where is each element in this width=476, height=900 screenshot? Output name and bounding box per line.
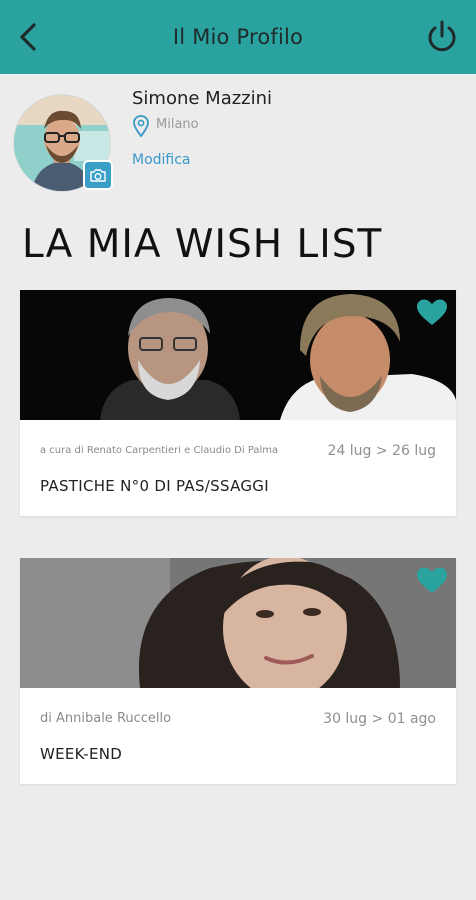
wishlist-card[interactable]: di Annibale Ruccello 30 lug > 01 ago WEE…: [20, 558, 456, 784]
location-pin-icon: [133, 115, 149, 138]
heart-icon[interactable]: [416, 298, 448, 326]
top-bar: Il Mio Profilo: [0, 0, 476, 74]
event-title: WEEK-END: [40, 745, 123, 763]
profile-section: Simone Mazzini Milano Modifica: [0, 74, 476, 204]
profile-name: Simone Mazzini: [132, 88, 273, 109]
avatar-container[interactable]: [13, 94, 113, 192]
event-photo: [20, 558, 456, 688]
camera-icon: [90, 169, 106, 182]
heart-icon[interactable]: [416, 566, 448, 594]
power-icon[interactable]: [424, 19, 460, 55]
location-label: Milano: [156, 116, 199, 132]
event-image: [20, 558, 456, 688]
profile-location: Milano: [132, 114, 199, 138]
event-dates: 24 lug > 26 lug: [327, 443, 436, 459]
page-title: Il Mio Profilo: [172, 25, 304, 49]
event-credits: a cura di Renato Carpentieri e Claudio D…: [40, 445, 279, 456]
event-credits: di Annibale Ruccello: [40, 711, 172, 726]
edit-profile-link[interactable]: Modifica: [132, 152, 191, 168]
wishlist-card[interactable]: a cura di Renato Carpentieri e Claudio D…: [20, 290, 456, 516]
event-image: [20, 290, 456, 420]
back-arrow-icon[interactable]: [14, 20, 44, 54]
wishlist-heading: LA MIA WISH LIST: [22, 222, 383, 267]
event-dates: 30 lug > 01 ago: [323, 711, 436, 727]
event-photo: [20, 290, 456, 420]
change-photo-button[interactable]: [83, 160, 113, 190]
event-title: PASTICHE N°0 DI PAS/SSAGGI: [40, 477, 269, 495]
